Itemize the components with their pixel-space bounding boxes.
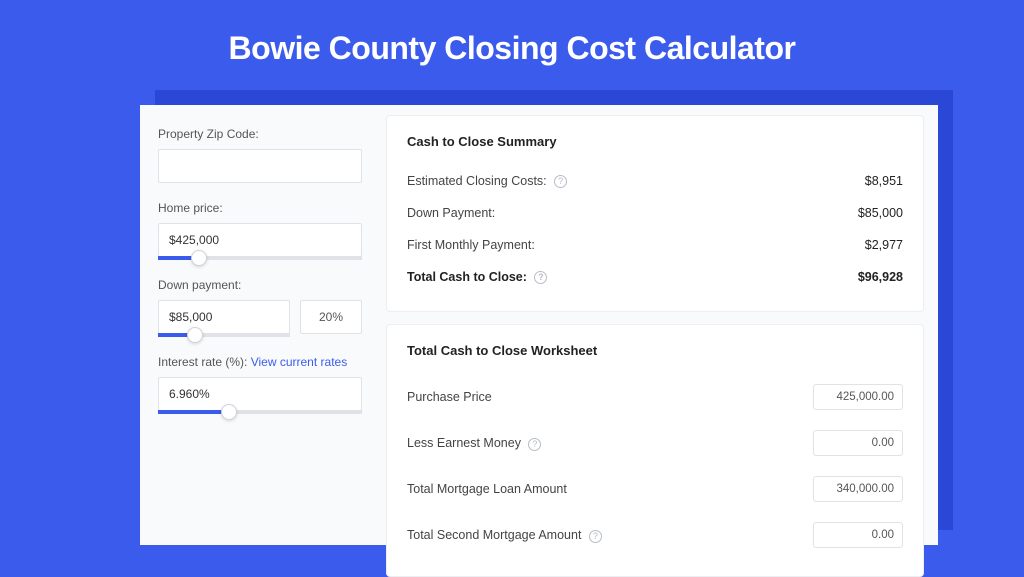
results-panel: Cash to Close Summary Estimated Closing … xyxy=(380,105,938,545)
summary-title: Cash to Close Summary xyxy=(407,134,903,149)
worksheet-row: Total Second Mortgage Amount ? xyxy=(407,512,903,558)
summary-row: First Monthly Payment: $2,977 xyxy=(407,229,903,261)
home-price-label: Home price: xyxy=(158,201,362,215)
summary-total-value: $96,928 xyxy=(858,270,903,284)
help-icon[interactable]: ? xyxy=(528,438,541,451)
worksheet-value-input[interactable] xyxy=(813,522,903,548)
summary-row-label: Estimated Closing Costs: xyxy=(407,174,547,188)
worksheet-row: Less Earnest Money ? xyxy=(407,420,903,466)
summary-row-label: Down Payment: xyxy=(407,206,495,220)
summary-total-row: Total Cash to Close: ? $96,928 xyxy=(407,261,903,293)
zip-field-group: Property Zip Code: xyxy=(158,127,362,183)
worksheet-row: Total Mortgage Loan Amount xyxy=(407,466,903,512)
worksheet-value-input[interactable] xyxy=(813,430,903,456)
worksheet-row: Purchase Price xyxy=(407,374,903,420)
worksheet-row-label: Purchase Price xyxy=(407,390,492,404)
worksheet-value-input[interactable] xyxy=(813,384,903,410)
summary-row-value: $2,977 xyxy=(865,238,903,252)
page-title: Bowie County Closing Cost Calculator xyxy=(0,0,1024,87)
down-payment-label: Down payment: xyxy=(158,278,362,292)
interest-label-text: Interest rate (%): xyxy=(158,355,247,369)
zip-label: Property Zip Code: xyxy=(158,127,362,141)
down-payment-field-group: Down payment: xyxy=(158,278,362,337)
worksheet-title: Total Cash to Close Worksheet xyxy=(407,343,903,358)
summary-row: Down Payment: $85,000 xyxy=(407,197,903,229)
summary-row-value: $8,951 xyxy=(865,174,903,188)
down-payment-slider[interactable] xyxy=(158,333,290,337)
interest-input[interactable] xyxy=(158,377,362,411)
worksheet-row-label: Less Earnest Money xyxy=(407,436,521,450)
worksheet-value-input[interactable] xyxy=(813,476,903,502)
worksheet-card: Total Cash to Close Worksheet Purchase P… xyxy=(386,324,924,577)
summary-row: Estimated Closing Costs: ? $8,951 xyxy=(407,165,903,197)
summary-total-label: Total Cash to Close: xyxy=(407,270,527,284)
home-price-input[interactable] xyxy=(158,223,362,257)
help-icon[interactable]: ? xyxy=(554,175,567,188)
view-rates-link[interactable]: View current rates xyxy=(251,355,348,369)
zip-input[interactable] xyxy=(158,149,362,183)
slider-thumb[interactable] xyxy=(191,250,207,266)
interest-field-group: Interest rate (%): View current rates xyxy=(158,355,362,414)
inputs-panel: Property Zip Code: Home price: Down paym… xyxy=(140,105,380,545)
summary-row-value: $85,000 xyxy=(858,206,903,220)
slider-thumb[interactable] xyxy=(221,404,237,420)
help-icon[interactable]: ? xyxy=(534,271,547,284)
worksheet-row-label: Total Mortgage Loan Amount xyxy=(407,482,567,496)
worksheet-row-label: Total Second Mortgage Amount xyxy=(407,528,581,542)
calculator-card: Property Zip Code: Home price: Down paym… xyxy=(140,105,938,545)
interest-label: Interest rate (%): View current rates xyxy=(158,355,362,369)
down-payment-input[interactable] xyxy=(158,300,290,334)
slider-thumb[interactable] xyxy=(187,327,203,343)
summary-card: Cash to Close Summary Estimated Closing … xyxy=(386,115,924,312)
interest-slider[interactable] xyxy=(158,410,362,414)
down-payment-percent-input[interactable] xyxy=(300,300,362,334)
summary-row-label: First Monthly Payment: xyxy=(407,238,535,252)
home-price-field-group: Home price: xyxy=(158,201,362,260)
help-icon[interactable]: ? xyxy=(589,530,602,543)
home-price-slider[interactable] xyxy=(158,256,362,260)
